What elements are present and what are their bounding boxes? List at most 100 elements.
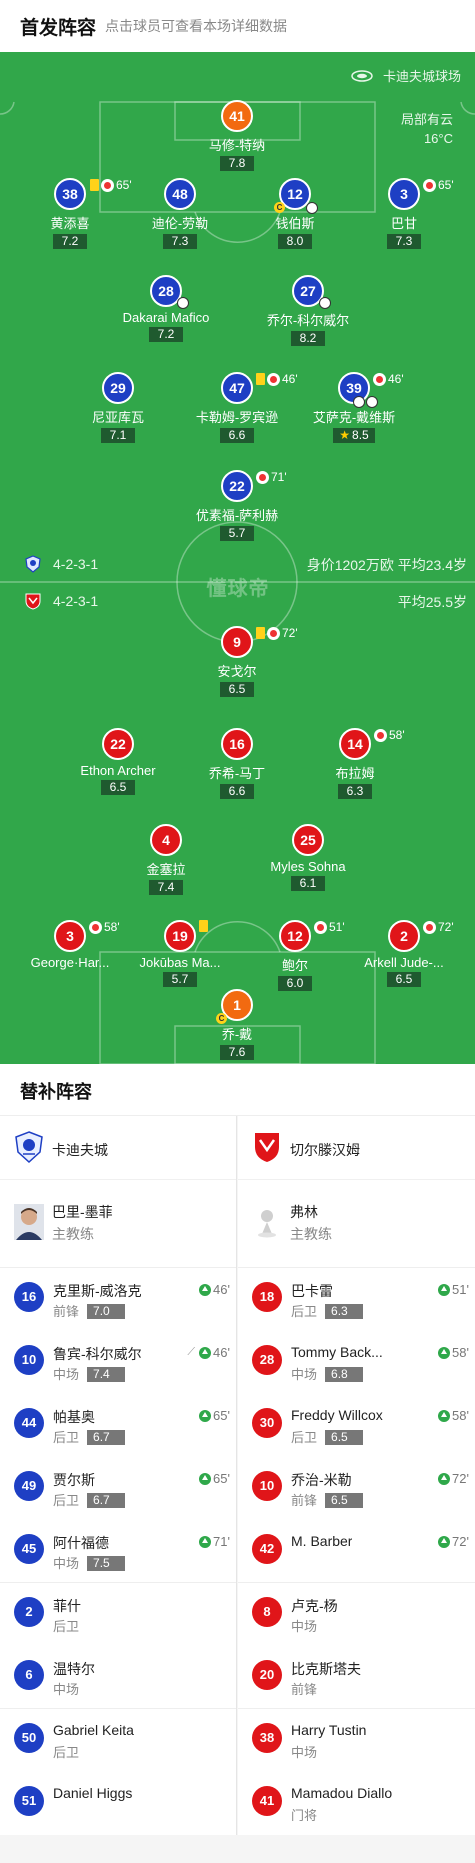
player-away-19[interactable]: 19 Jokūbas Ma... 5.7	[115, 920, 245, 988]
player-away-25[interactable]: 25 Myles Sohna 6.1	[243, 824, 373, 892]
away-team-name: 切尔滕汉姆	[290, 1142, 360, 1158]
sub-in-minute: 71'	[199, 1534, 230, 1549]
sub-player-row[interactable]: 38 Harry Tustin 中场	[238, 1709, 475, 1772]
sub-player-row[interactable]: 20 比克斯塔夫 前锋	[238, 1646, 475, 1709]
sub-minute: 46'	[213, 1282, 230, 1297]
sub-out-icon	[89, 920, 102, 934]
sub-in-minute: 72'	[438, 1471, 469, 1486]
coach-role: 主教练	[52, 1226, 94, 1242]
sub-player-row[interactable]: 10 鲁宾-科尔威尔 中场 7.4 ⟋ 46'	[0, 1331, 236, 1394]
player-away-22[interactable]: 22 Ethon Archer 6.5	[53, 728, 183, 796]
home-team-name: 卡迪夫城	[52, 1142, 108, 1158]
sub-player-row[interactable]: 50 Gabriel Keita 后卫	[0, 1709, 236, 1772]
player-rating: 6.5	[101, 780, 135, 795]
sub-position: 后卫	[53, 1745, 80, 1760]
player-events: 46'	[373, 372, 404, 386]
sub-in-minute: 65'	[199, 1408, 230, 1423]
sub-in-icon	[199, 1283, 212, 1296]
sub-player-row[interactable]: 18 巴卡雷 后卫 6.3 51'	[238, 1268, 475, 1331]
sub-player-row[interactable]: 51 Daniel Higgs	[0, 1772, 236, 1835]
sub-number: 44	[14, 1408, 44, 1438]
player-name: 金塞拉	[146, 862, 186, 877]
player-number: 48	[164, 178, 196, 210]
player-home-41[interactable]: 41 马修-特纳 7.8	[172, 100, 302, 172]
weather: 局部有云 16°C	[401, 110, 453, 148]
sub-player-row[interactable]: 10 乔治-米勒 前锋 6.5 72'	[238, 1457, 475, 1520]
sub-in-icon	[438, 1283, 451, 1296]
player-away-14[interactable]: 14 58' 布拉姆 6.3	[290, 728, 420, 800]
sub-player-row[interactable]: 6 温特尔 中场	[0, 1646, 236, 1709]
sub-position: 前锋 6.5	[291, 1490, 364, 1509]
cheltenham-crest-icon	[255, 1133, 279, 1162]
sub-player-row[interactable]: 8 卢克-杨 中场	[238, 1583, 475, 1646]
sub-in-icon	[199, 1535, 212, 1548]
player-number: 47	[221, 372, 253, 404]
player-away-1[interactable]: 1 C 乔-戴 7.6	[172, 989, 302, 1061]
sub-number: 8	[252, 1597, 282, 1627]
player-away-2[interactable]: 2 72' Arkell Jude-... 6.5	[339, 920, 469, 988]
player-rating: 6.6	[220, 784, 254, 799]
sub-position-label: 中场	[53, 1367, 80, 1382]
sub-player-row[interactable]: 49 贾尔斯 后卫 6.7 65'	[0, 1457, 236, 1520]
away-team-row[interactable]: 切尔滕汉姆	[238, 1116, 475, 1180]
coach-name: 弗林	[290, 1204, 318, 1220]
sub-minute: 46'	[388, 372, 404, 386]
sub-minute: 58'	[452, 1345, 469, 1360]
goal-ball-icon	[319, 297, 331, 309]
sub-in-minute: 58'	[438, 1345, 469, 1360]
player-rating: 8.2	[291, 331, 325, 346]
sub-minute: 51'	[452, 1282, 469, 1297]
cardiff-crest-icon	[25, 555, 41, 573]
sub-player-row[interactable]: 2 菲什 后卫	[0, 1583, 236, 1646]
sub-name: Tommy Back...	[291, 1344, 383, 1360]
player-away-16[interactable]: 16 乔希-马丁 6.6	[172, 728, 302, 800]
sub-rating: 6.8	[325, 1367, 364, 1382]
player-number: 22	[102, 728, 134, 760]
sub-name: Freddy Willcox	[291, 1407, 383, 1423]
sub-minute: 72'	[438, 920, 454, 934]
sub-rating: 6.5	[325, 1493, 364, 1508]
player-home-29[interactable]: 29 尼亚库瓦 7.1	[53, 372, 183, 444]
player-home-47[interactable]: 47 46' 卡勒姆-罗宾逊 6.6	[172, 372, 302, 444]
sub-player-row[interactable]: 41 Mamadou Diallo 门将	[238, 1772, 475, 1835]
player-home-48[interactable]: 48 迪伦-劳勒 7.3	[115, 178, 245, 250]
player-home-39[interactable]: 39 46' 艾萨克-戴维斯 ★ 8.5	[289, 372, 419, 444]
sub-player-row[interactable]: 42 M. Barber 72'	[238, 1520, 475, 1583]
player-home-28[interactable]: 28 Dakarai Mafico 7.2	[101, 275, 231, 343]
coach-name: 巴里-墨菲	[52, 1204, 113, 1220]
sub-player-row[interactable]: 45 阿什福德 中场 7.5 71'	[0, 1520, 236, 1583]
player-name: 迪伦-劳勒	[151, 216, 209, 231]
sub-position-label: 中场	[291, 1367, 318, 1382]
sub-name: Daniel Higgs	[53, 1785, 133, 1801]
sub-player-row[interactable]: 44 帕基奥 后卫 6.7 65'	[0, 1394, 236, 1457]
player-rating: 5.7	[220, 526, 254, 541]
stadium-icon	[351, 69, 373, 82]
player-number: 25	[292, 824, 324, 856]
sub-position: 后卫	[53, 1619, 80, 1634]
sub-rating: 6.7	[87, 1430, 126, 1445]
player-away-9[interactable]: 9 72' 安戈尔 6.5	[172, 626, 302, 698]
player-name: Arkell Jude-...	[364, 955, 444, 970]
player-number: 16	[221, 728, 253, 760]
coach-avatar-placeholder-icon	[258, 1210, 276, 1238]
player-away-4[interactable]: 4 金塞拉 7.4	[101, 824, 231, 896]
sub-minute: 65'	[213, 1471, 230, 1486]
sub-number: 10	[14, 1345, 44, 1375]
player-home-3[interactable]: 3 65' 巴甘 7.3	[339, 178, 469, 250]
player-rating: 7.8	[220, 156, 254, 171]
sub-position: 后卫 6.3	[291, 1301, 364, 1320]
sub-position-label: 后卫	[53, 1493, 80, 1508]
player-home-27[interactable]: 27 乔尔-科尔威尔 8.2	[243, 275, 373, 347]
player-home-22[interactable]: 22 71' 优素福-萨利赫 5.7	[172, 470, 302, 542]
sub-player-row[interactable]: 16 克里斯-威洛克 前锋 7.0 46'	[0, 1268, 236, 1331]
player-number: 22	[221, 470, 253, 502]
home-coach-row[interactable]: 巴里-墨菲 主教练	[0, 1180, 236, 1268]
pitch: 卡迪夫城球场 局部有云 16°C 懂球帝 4-2-3-1 身价1202万欧 平均…	[0, 52, 475, 1064]
sub-name: 鲁宾-科尔威尔	[53, 1346, 142, 1362]
sub-player-row[interactable]: 28 Tommy Back... 中场 6.8 58'	[238, 1331, 475, 1394]
home-team-row[interactable]: 卡迪夫城	[0, 1116, 236, 1180]
away-coach-row[interactable]: 弗林 主教练	[238, 1180, 475, 1268]
sub-name: 阿什福德	[53, 1535, 109, 1551]
sub-player-row[interactable]: 30 Freddy Willcox 后卫 6.5 58'	[238, 1394, 475, 1457]
sub-in-icon	[438, 1346, 451, 1359]
